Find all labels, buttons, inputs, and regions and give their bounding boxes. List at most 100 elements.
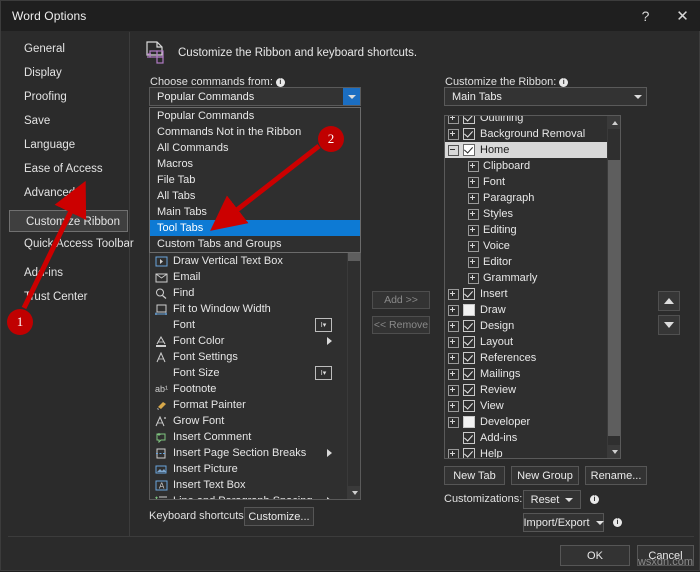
import-export-button[interactable]: Import/Export xyxy=(523,513,604,532)
sidebar-item-customize-ribbon[interactable]: Customize Ribbon xyxy=(9,210,128,232)
tree-row[interactable]: Review xyxy=(445,382,607,398)
dropdown-option-macros[interactable]: Macros xyxy=(150,156,360,172)
tree-row[interactable]: Styles xyxy=(445,206,607,222)
sidebar-item-advanced[interactable]: Advanced xyxy=(8,181,129,205)
expand-icon[interactable] xyxy=(468,161,479,172)
expand-icon[interactable] xyxy=(468,209,479,220)
scroll-up-button[interactable] xyxy=(608,116,621,129)
commands-list-scrollbar[interactable] xyxy=(347,221,360,499)
expand-icon[interactable] xyxy=(468,241,479,252)
expand-icon[interactable] xyxy=(468,177,479,188)
expand-icon[interactable] xyxy=(448,305,459,316)
tree-checkbox[interactable] xyxy=(463,115,475,124)
info-icon-reset[interactable]: i xyxy=(590,495,599,504)
tree-checkbox[interactable] xyxy=(463,384,475,396)
dropdown-option-all-tabs[interactable]: All Tabs xyxy=(150,188,360,204)
tree-row[interactable]: Design xyxy=(445,318,607,334)
font-combo-control[interactable]: I▾ xyxy=(315,317,332,333)
font-size-combo-control[interactable]: I▾ xyxy=(315,365,332,381)
tree-row[interactable]: Editing xyxy=(445,222,607,238)
expand-icon[interactable] xyxy=(448,417,459,428)
rename-button[interactable]: Rename... xyxy=(585,466,647,485)
sidebar-item-ease-of-access[interactable]: Ease of Access xyxy=(8,157,129,181)
insert-breaks-submenu-arrow[interactable] xyxy=(327,445,332,461)
list-item[interactable]: ab¹ Footnote xyxy=(150,381,347,397)
dropdown-option-tool-tabs[interactable]: Tool Tabs xyxy=(150,220,360,236)
expand-icon[interactable] xyxy=(468,257,479,268)
list-item[interactable]: Insert Page Section Breaks xyxy=(150,445,347,461)
tree-row[interactable]: Background Removal xyxy=(445,126,607,142)
tree-row[interactable]: Add-ins xyxy=(445,430,607,446)
move-down-icon[interactable] xyxy=(658,315,680,335)
sidebar-item-proofing[interactable]: Proofing xyxy=(8,85,129,109)
expand-icon[interactable] xyxy=(448,449,459,460)
tree-checkbox[interactable] xyxy=(463,400,475,412)
tree-checkbox[interactable] xyxy=(463,448,475,459)
remove-button[interactable]: << Remove xyxy=(372,316,430,334)
tree-checkbox[interactable] xyxy=(463,144,475,156)
expand-icon[interactable] xyxy=(448,353,459,364)
tree-row[interactable]: Insert xyxy=(445,286,607,302)
customize-shortcuts-button[interactable]: Customize... xyxy=(244,507,314,526)
list-item[interactable]: Insert Picture xyxy=(150,461,347,477)
close-icon[interactable]: ✕ xyxy=(664,1,700,31)
chevron-down-icon-left[interactable] xyxy=(343,88,360,105)
move-up-icon[interactable] xyxy=(658,291,680,311)
sidebar-item-add-ins[interactable]: Add-ins xyxy=(8,261,129,285)
tree-row[interactable]: Voice xyxy=(445,238,607,254)
scroll-down-button[interactable] xyxy=(348,486,361,499)
list-item[interactable]: Line and Paragraph Spacing xyxy=(150,493,347,500)
tree-checkbox[interactable] xyxy=(463,416,475,428)
list-item[interactable]: Font Settings xyxy=(150,349,347,365)
tree-checkbox[interactable] xyxy=(463,128,475,140)
tree-row[interactable]: Mailings xyxy=(445,366,607,382)
expand-icon[interactable] xyxy=(448,321,459,332)
expand-icon[interactable] xyxy=(448,337,459,348)
dropdown-option-popular-commands[interactable]: Popular Commands xyxy=(150,108,360,124)
tree-row[interactable]: Paragraph xyxy=(445,190,607,206)
tree-checkbox[interactable] xyxy=(463,320,475,332)
tree-row[interactable]: Grammarly xyxy=(445,270,607,286)
sidebar-item-general[interactable]: General xyxy=(8,37,129,61)
collapse-icon[interactable] xyxy=(448,145,459,156)
tree-row[interactable]: References xyxy=(445,350,607,366)
sidebar-item-save[interactable]: Save xyxy=(8,109,129,133)
tree-checkbox[interactable] xyxy=(463,352,475,364)
tree-checkbox[interactable] xyxy=(463,368,475,380)
list-item[interactable]: A Insert Text Box xyxy=(150,477,347,493)
new-tab-button[interactable]: New Tab xyxy=(444,466,505,485)
list-item[interactable]: Draw Vertical Text Box xyxy=(150,253,347,269)
list-item[interactable]: Font Color xyxy=(150,333,347,349)
tree-row[interactable]: Outlining xyxy=(445,115,607,126)
ok-button[interactable]: OK xyxy=(560,545,630,566)
tree-checkbox[interactable] xyxy=(463,432,475,444)
line-spacing-submenu-arrow[interactable] xyxy=(327,493,332,500)
expand-icon[interactable] xyxy=(468,225,479,236)
dropdown-option-file-tab[interactable]: File Tab xyxy=(150,172,360,188)
sidebar-item-quick-access-toolbar[interactable]: Quick Access Toolbar xyxy=(8,232,129,256)
tree-row[interactable]: Font xyxy=(445,174,607,190)
choose-commands-combo[interactable]: Popular Commands xyxy=(149,87,361,106)
ribbon-tree[interactable]: OutliningBackground RemovalHomeClipboard… xyxy=(444,115,621,459)
tree-row[interactable]: Draw xyxy=(445,302,607,318)
list-item[interactable]: Insert Comment xyxy=(150,429,347,445)
info-icon-right[interactable]: i xyxy=(559,78,568,87)
new-group-button[interactable]: New Group xyxy=(511,466,579,485)
tree-row[interactable]: Help xyxy=(445,446,607,459)
sidebar-item-trust-center[interactable]: Trust Center xyxy=(8,285,129,309)
tree-checkbox[interactable] xyxy=(463,336,475,348)
dropdown-option-custom-tabs-and-groups[interactable]: Custom Tabs and Groups xyxy=(150,236,360,252)
tree-checkbox[interactable] xyxy=(463,304,475,316)
scroll-down-button[interactable] xyxy=(608,445,621,458)
font-color-submenu-arrow[interactable] xyxy=(327,333,332,349)
list-item[interactable]: Find xyxy=(150,285,347,301)
commands-list[interactable]: Delete Draw Table Draw Vertical Text Box… xyxy=(149,220,361,500)
scrollbar-thumb[interactable] xyxy=(608,160,621,436)
tree-row[interactable]: Clipboard xyxy=(445,158,607,174)
tree-row[interactable]: Home xyxy=(445,142,607,158)
expand-icon[interactable] xyxy=(448,401,459,412)
list-item[interactable]: Font I▾ xyxy=(150,317,347,333)
expand-icon[interactable] xyxy=(448,289,459,300)
add-button[interactable]: Add >> xyxy=(372,291,430,309)
list-item[interactable]: Font Size I▾ xyxy=(150,365,347,381)
